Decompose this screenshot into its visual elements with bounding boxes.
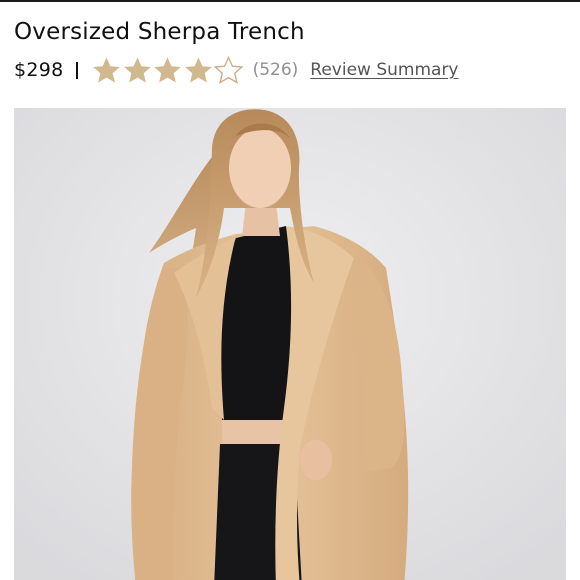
star-empty-icon (214, 56, 244, 84)
product-title: Oversized Sherpa Trench (14, 19, 305, 45)
product-price: $298 (14, 59, 64, 81)
product-photo (14, 108, 566, 580)
price-divider (75, 61, 79, 79)
price-rating-row: $298 (526) Review Summary (14, 56, 459, 84)
review-summary-link[interactable]: Review Summary (310, 60, 458, 80)
star-rating[interactable] (92, 56, 245, 84)
star-filled-icon (154, 57, 181, 83)
star-filled-icon (93, 57, 120, 83)
product-image[interactable] (14, 108, 566, 580)
star-filled-icon (184, 57, 212, 83)
top-divider (0, 0, 580, 2)
review-count: (526) (252, 60, 299, 80)
star-filled-icon (123, 57, 151, 83)
